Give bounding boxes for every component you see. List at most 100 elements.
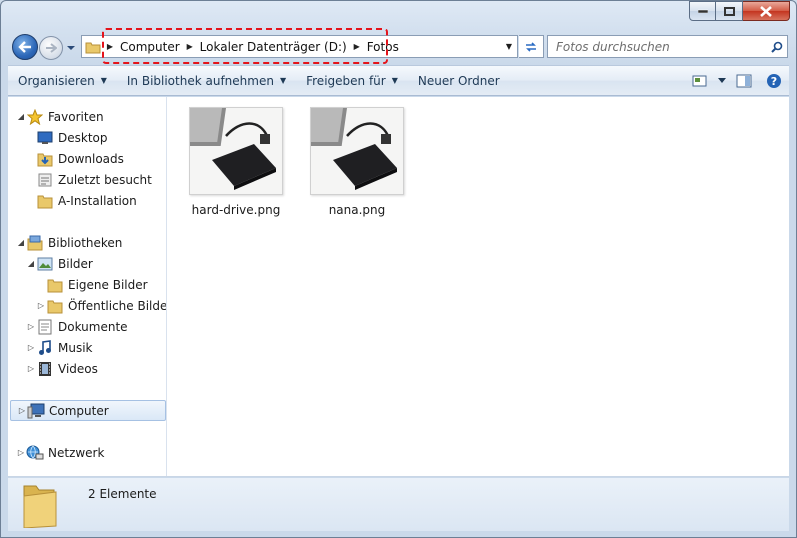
- recent-pages-button[interactable]: [66, 41, 76, 55]
- minimize-button[interactable]: [689, 1, 716, 21]
- collapsed-arrow-icon[interactable]: ▷: [26, 322, 36, 331]
- refresh-button[interactable]: [519, 35, 544, 58]
- tree-label: Videos: [58, 361, 98, 376]
- share-with-menu[interactable]: Freigeben für ▼: [296, 66, 408, 95]
- breadcrumb-separator-icon[interactable]: ▶: [351, 42, 363, 51]
- pictures-icon: [36, 256, 54, 272]
- maximize-icon: [723, 6, 735, 16]
- item-count: 2 Elemente: [88, 487, 157, 501]
- computer-icon: [27, 403, 45, 419]
- content-area: ◢ Favoriten Desktop Downloads Zuletzt be…: [8, 97, 789, 477]
- include-in-library-menu[interactable]: In Bibliothek aufnehmen ▼: [117, 66, 296, 95]
- navigation-pane[interactable]: ◢ Favoriten Desktop Downloads Zuletzt be…: [8, 97, 167, 476]
- file-item[interactable]: hard-drive.png: [181, 107, 291, 217]
- organize-menu[interactable]: Organisieren ▼: [8, 66, 117, 95]
- breadcrumb-computer[interactable]: Computer: [116, 40, 184, 54]
- minimize-icon: [697, 9, 708, 13]
- organize-label: Organisieren: [18, 73, 95, 88]
- expanded-arrow-icon[interactable]: ◢: [16, 238, 26, 247]
- collapsed-arrow-icon[interactable]: ▷: [16, 448, 26, 457]
- tree-label: Computer: [49, 403, 109, 418]
- image-thumbnail: [310, 107, 404, 195]
- tree-label: Öffentliche Bilder: [68, 298, 167, 313]
- new-folder-button[interactable]: Neuer Ordner: [408, 66, 510, 95]
- file-list[interactable]: hard-drive.png nana.png: [168, 97, 789, 476]
- tree-item-public-pictures[interactable]: ▷ Öffentliche Bilder: [36, 295, 167, 316]
- tree-item-favorites[interactable]: ◢ Favoriten: [16, 106, 104, 127]
- explorer-window: ▶ Computer ▶ Lokaler Datenträger (D:) ▶ …: [0, 0, 797, 538]
- folder-icon: [82, 36, 104, 57]
- view-icon: [692, 75, 707, 86]
- arrow-left-icon: [18, 41, 31, 53]
- tree-label: Bilder: [58, 256, 93, 271]
- tree-item-videos[interactable]: ▷ Videos: [26, 358, 98, 379]
- breadcrumb-separator-icon[interactable]: ▶: [104, 42, 116, 51]
- chevron-down-icon: [718, 77, 726, 83]
- expanded-arrow-icon[interactable]: ◢: [16, 112, 26, 121]
- svg-text:?: ?: [771, 75, 777, 88]
- search-input[interactable]: Fotos durchsuchen: [547, 35, 788, 58]
- collapsed-arrow-icon[interactable]: ▷: [36, 301, 46, 310]
- navigation-row: ▶ Computer ▶ Lokaler Datenträger (D:) ▶ …: [9, 32, 788, 62]
- tree-item-libraries[interactable]: ◢ Bibliotheken: [16, 232, 122, 253]
- folder-icon: [46, 298, 64, 314]
- file-item[interactable]: nana.png: [302, 107, 412, 217]
- command-bar: Organisieren ▼ In Bibliothek aufnehmen ▼…: [8, 65, 789, 96]
- star-icon: [26, 108, 44, 125]
- refresh-icon: [526, 41, 536, 52]
- chevron-down-icon: ▼: [391, 76, 398, 85]
- new-folder-label: Neuer Ordner: [417, 73, 500, 88]
- change-view-button[interactable]: [685, 66, 715, 95]
- tree-label: Desktop: [58, 130, 108, 145]
- tree-label: Downloads: [58, 151, 124, 166]
- collapsed-arrow-icon[interactable]: ▷: [26, 364, 36, 373]
- tree-item-downloads[interactable]: Downloads: [26, 148, 124, 169]
- preview-pane-button[interactable]: [729, 66, 759, 95]
- arrow-right-icon: [46, 43, 57, 53]
- chevron-down-icon: ▼: [279, 76, 287, 85]
- close-button[interactable]: [743, 1, 790, 21]
- libraries-icon: [26, 235, 44, 251]
- help-icon: ?: [767, 73, 781, 88]
- view-options-dropdown[interactable]: [715, 66, 729, 95]
- tree-label: Favoriten: [48, 109, 104, 124]
- breadcrumb-separator-icon[interactable]: ▶: [184, 42, 196, 51]
- back-button[interactable]: [12, 34, 38, 60]
- address-dropdown-icon[interactable]: ▼: [501, 36, 517, 57]
- tree-item-a-installation[interactable]: A-Installation: [26, 190, 137, 211]
- collapsed-arrow-icon[interactable]: ▷: [26, 343, 36, 352]
- videos-icon: [36, 361, 54, 377]
- breadcrumb-fotos[interactable]: Fotos: [363, 40, 403, 54]
- forward-button[interactable]: [39, 36, 63, 60]
- breadcrumb-drive-d[interactable]: Lokaler Datenträger (D:): [196, 40, 351, 54]
- tree-item-documents[interactable]: ▷ Dokumente: [26, 316, 128, 337]
- tree-item-pictures[interactable]: ◢ Bilder: [26, 253, 93, 274]
- collapsed-arrow-icon[interactable]: ▷: [17, 406, 27, 415]
- tree-item-music[interactable]: ▷ Musik: [26, 337, 93, 358]
- tree-label: A-Installation: [58, 193, 137, 208]
- chevron-down-icon: ▼: [100, 76, 107, 85]
- details-pane: 2 Elemente: [8, 478, 789, 531]
- search-icon[interactable]: [767, 41, 787, 53]
- close-icon: [760, 5, 772, 17]
- tree-label: Eigene Bilder: [68, 277, 148, 292]
- tree-item-computer[interactable]: ▷ Computer: [10, 400, 166, 421]
- file-name: nana.png: [328, 203, 386, 217]
- tree-item-desktop[interactable]: Desktop: [26, 127, 108, 148]
- tree-item-network[interactable]: ▷ Netzwerk: [16, 442, 104, 463]
- folder-icon: [8, 478, 72, 531]
- help-button[interactable]: ?: [759, 66, 789, 95]
- search-placeholder: Fotos durchsuchen: [556, 39, 670, 54]
- expanded-arrow-icon[interactable]: ◢: [26, 259, 36, 268]
- caption-buttons: [689, 1, 790, 21]
- library-label: In Bibliothek aufnehmen: [126, 73, 274, 88]
- folder-icon: [36, 193, 54, 209]
- image-thumbnail: [189, 107, 283, 195]
- maximize-button[interactable]: [716, 1, 743, 21]
- tree-label: Musik: [58, 340, 93, 355]
- address-bar[interactable]: ▶ Computer ▶ Lokaler Datenträger (D:) ▶ …: [81, 35, 518, 58]
- share-label: Freigeben für: [306, 73, 386, 88]
- preview-pane-icon: [736, 74, 752, 87]
- tree-item-my-pictures[interactable]: Eigene Bilder: [36, 274, 148, 295]
- tree-item-recent[interactable]: Zuletzt besucht: [26, 169, 152, 190]
